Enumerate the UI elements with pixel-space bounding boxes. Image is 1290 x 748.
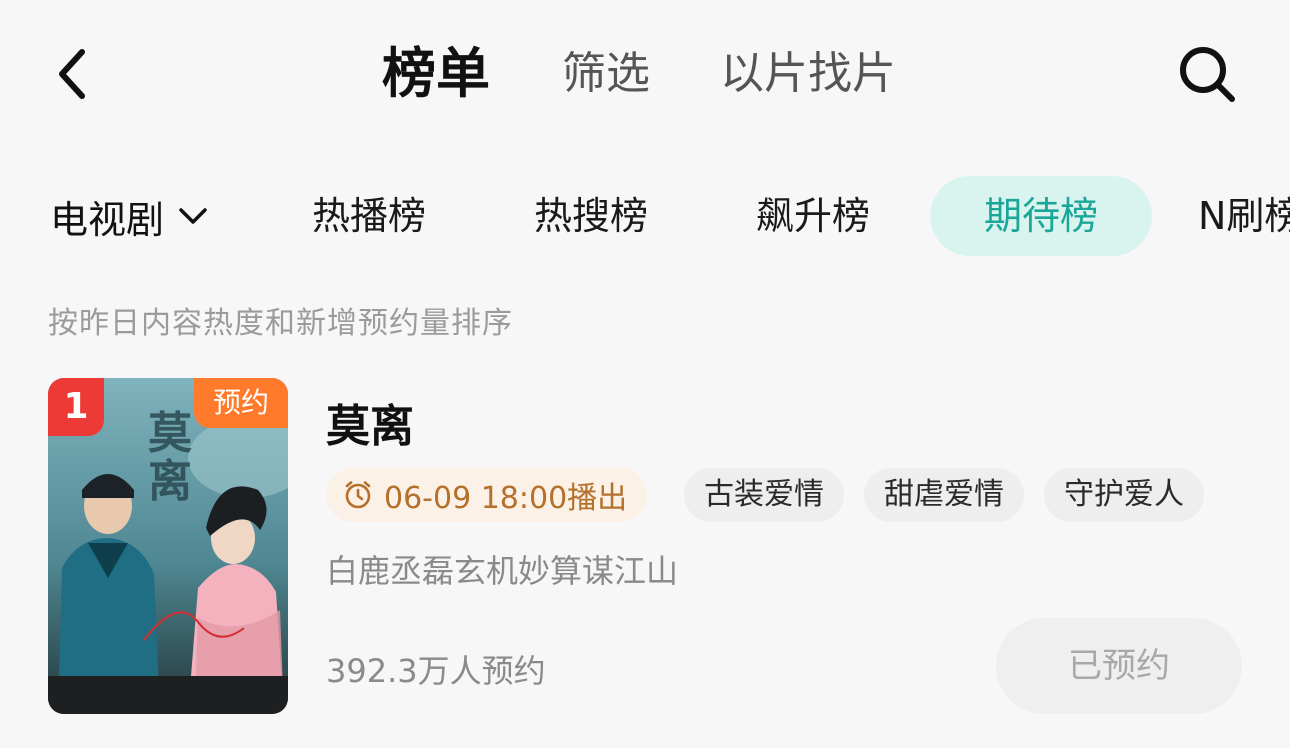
tab-hot-play[interactable]: 热播榜 bbox=[312, 176, 426, 256]
ranking-page: 榜单 筛选 以片找片 电视剧 热播榜 热搜榜 飙升榜 期待榜 N刷榜 按昨日内容… bbox=[0, 0, 1290, 748]
back-button[interactable] bbox=[44, 42, 100, 106]
genre-tag[interactable]: 守护爱人 bbox=[1044, 468, 1204, 522]
air-time-text: 06-09 18:00播出 bbox=[384, 481, 628, 516]
reserve-count: 392.3万人预约 bbox=[326, 652, 546, 690]
alarm-clock-icon bbox=[345, 481, 371, 509]
tab-hot-search[interactable]: 热搜榜 bbox=[534, 176, 648, 256]
tab-rewatch[interactable]: N刷榜 bbox=[1198, 176, 1290, 256]
chevron-down-icon bbox=[179, 208, 207, 224]
sort-description: 按昨日内容热度和新增预约量排序 bbox=[48, 306, 513, 341]
genre-tag[interactable]: 甜虐爱情 bbox=[864, 468, 1024, 522]
tab-filter[interactable]: 筛选 bbox=[562, 42, 650, 106]
category-dropdown[interactable]: 电视剧 bbox=[50, 186, 208, 246]
poster-reserve-badge: 预约 bbox=[194, 378, 288, 428]
reserved-button[interactable]: 已预约 bbox=[996, 618, 1242, 714]
genre-tag[interactable]: 古装爱情 bbox=[684, 468, 844, 522]
show-poster[interactable]: 1 预约 莫 离 bbox=[48, 378, 288, 714]
category-label: 电视剧 bbox=[50, 197, 165, 242]
rank-badge: 1 bbox=[48, 378, 104, 436]
poster-title-char: 离 bbox=[148, 456, 192, 507]
chevron-left-icon bbox=[59, 49, 85, 99]
tab-anticipated[interactable]: 期待榜 bbox=[930, 176, 1152, 256]
tab-ranking[interactable]: 榜单 bbox=[382, 42, 490, 106]
tab-rising[interactable]: 飙升榜 bbox=[756, 176, 870, 256]
poster-title-char: 莫 bbox=[148, 408, 192, 459]
search-icon bbox=[1180, 47, 1235, 102]
air-time-badge: 06-09 18:00播出 bbox=[326, 468, 648, 522]
show-title[interactable]: 莫离 bbox=[326, 390, 414, 454]
tab-find-by-show[interactable]: 以片找片 bbox=[720, 42, 896, 106]
search-button[interactable] bbox=[1172, 42, 1242, 106]
show-description: 白鹿丞磊玄机妙算谋江山 bbox=[326, 552, 679, 590]
